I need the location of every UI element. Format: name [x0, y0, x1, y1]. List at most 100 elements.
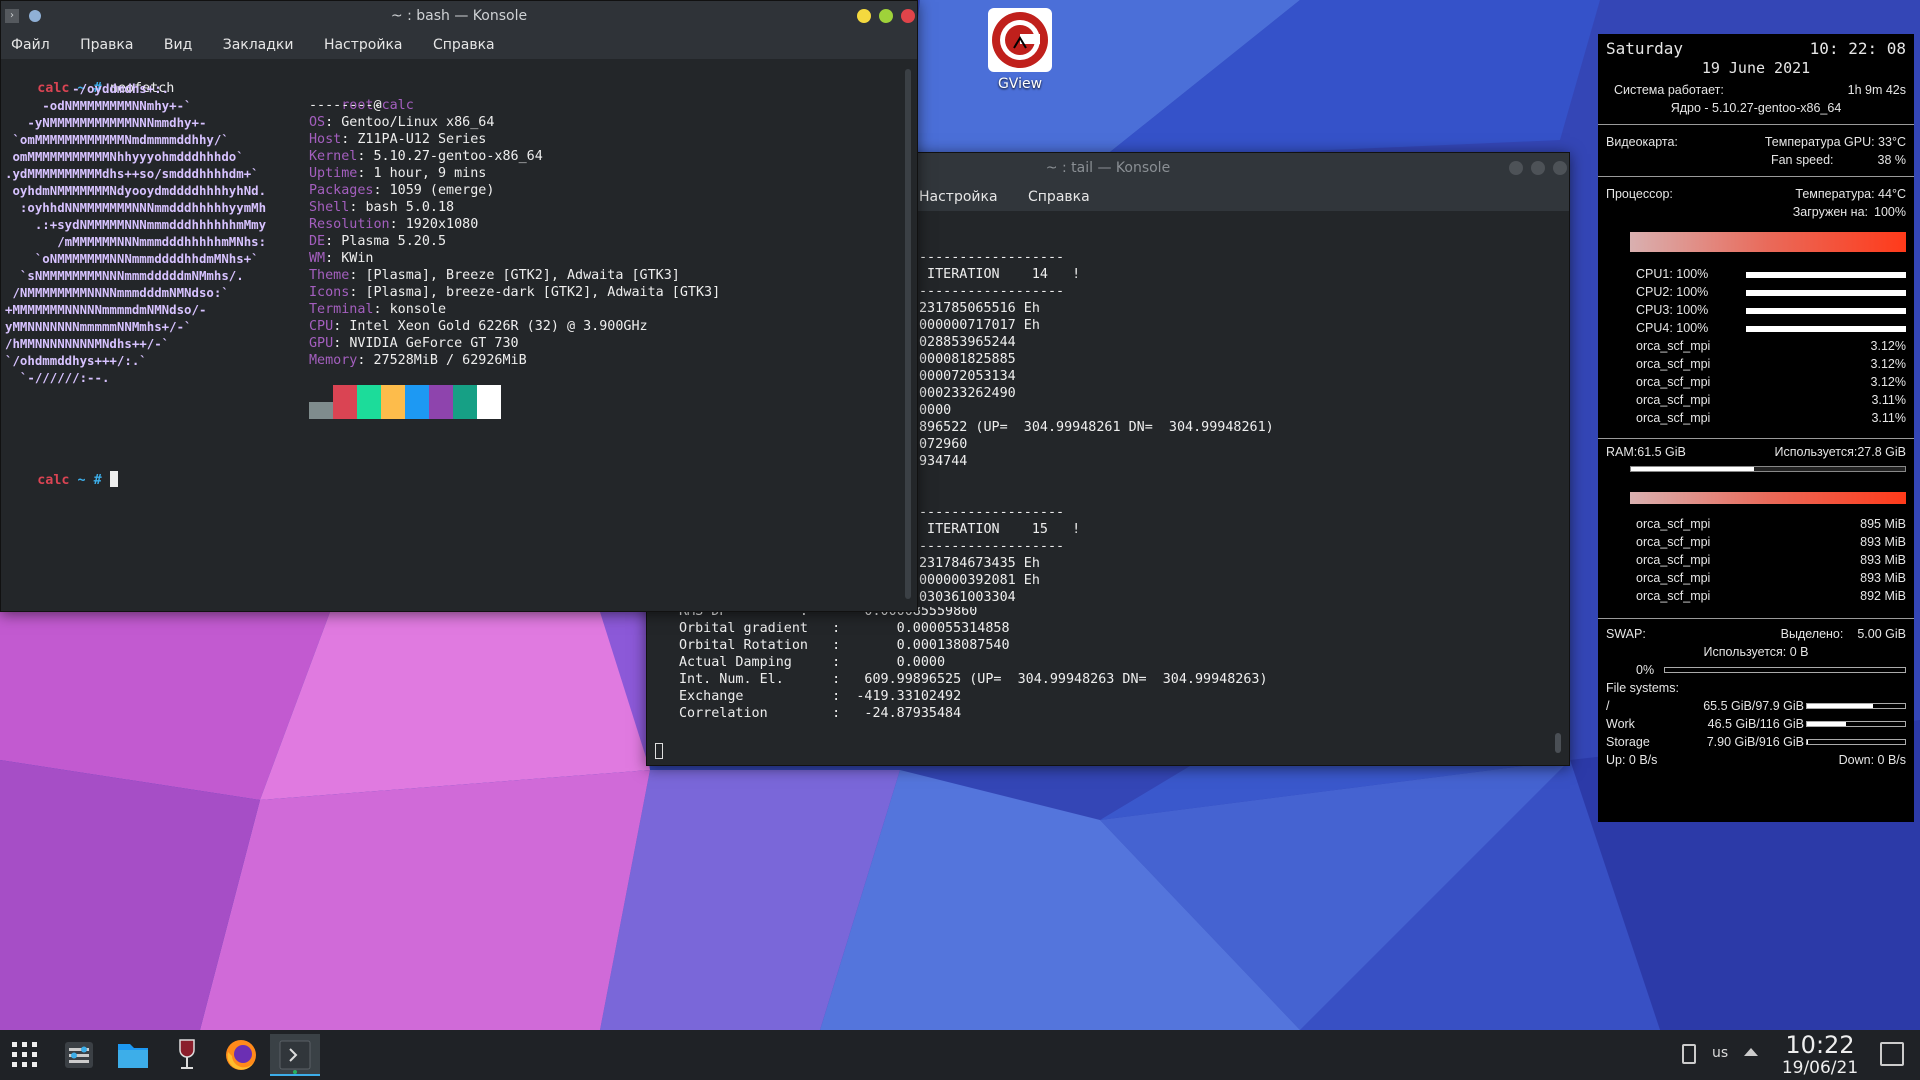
process-memory: 895 MiB [1860, 517, 1906, 531]
desktop-icon-gview[interactable]: GView [980, 8, 1060, 92]
scrollbar[interactable] [1555, 733, 1561, 753]
logo-line: -odNMMMMMMMMNNmhy+-` [5, 98, 192, 113]
gpu-temp: Температура GPU: 33°C [1764, 135, 1906, 149]
output-line: Correlation : -24.87935484 [679, 706, 962, 721]
output-line: ------------------ [919, 539, 1065, 554]
taskbar-wine[interactable] [162, 1034, 212, 1076]
info-key: Resolution [309, 217, 390, 232]
info-value: Z11PA-U12 Series [357, 132, 487, 147]
taskbar-firefox[interactable] [216, 1034, 266, 1076]
maximize-button[interactable] [879, 9, 893, 23]
menu-help[interactable]: Справка [433, 37, 495, 53]
info-row: Memory: 27528MiB / 62926MiB [309, 352, 720, 369]
info-row: GPU: NVIDIA GeForce GT 730 [309, 335, 720, 352]
memory-process-row: orca_scf_mpi 893 MiB [1606, 570, 1906, 587]
logo-line: /NMMMMMMMMNNNNmmmdddmNMNdso:` [5, 285, 229, 300]
output-line: 231784673435 Eh [919, 556, 1040, 571]
cpu-load: Загружен на: 100% [1793, 204, 1906, 221]
konsole-bash-window[interactable]: › ~ : bash — Konsole Файл Правка Вид Зак… [0, 0, 918, 612]
info-colon: : [349, 268, 366, 283]
output-line: 0000 [919, 403, 952, 418]
cpu-label: Процессор: [1606, 187, 1673, 201]
cpu-core-bar [1746, 326, 1906, 332]
logo-line: .:+sydNMMMMMNNNmmmdddhhhhhhmMmy [5, 217, 267, 232]
menu-settings[interactable]: Настройка [324, 37, 403, 53]
process-cpu: 3.11% [1871, 411, 1906, 425]
command-prompt[interactable]: calc ~ # [5, 454, 118, 506]
firefox-icon [226, 1040, 256, 1070]
filesystem-usage: 65.5 GiB/97.9 GiB [1703, 699, 1804, 713]
info-row: Terminal: konsole [309, 301, 720, 318]
window-menu-icon[interactable]: › [5, 9, 19, 23]
menu-file[interactable]: Файл [11, 37, 50, 53]
info-colon: : [325, 251, 342, 266]
output-line: 896522 (UP= 304.99948261 DN= 304.9994826… [919, 420, 1274, 435]
info-value: 27528MiB / 62926MiB [373, 353, 527, 368]
taskbar-konsole[interactable] [270, 1034, 320, 1076]
info-value: KWin [341, 251, 374, 266]
output-line: 000233262490 [919, 386, 1016, 401]
process-name: orca_scf_mpi [1636, 517, 1711, 531]
taskbar-system-settings[interactable] [54, 1034, 104, 1076]
desktop-icon-label: GView [997, 76, 1043, 92]
digital-clock[interactable]: 10:22 19/06/21 [1770, 1032, 1870, 1078]
menu-edit[interactable]: Правка [80, 37, 133, 53]
cpu-core-row: CPU1: 100% [1606, 266, 1906, 283]
info-colon: : [357, 353, 374, 368]
neofetch-logo: -/oyddmdhs+:. -odNMMMMMMMMNNmhy+-` -yNMM… [5, 80, 266, 386]
swap-label: SWAP: [1606, 627, 1646, 641]
process-name: orca_scf_mpi [1636, 357, 1711, 371]
cpu-process-row: orca_scf_mpi 3.12% [1606, 374, 1906, 391]
info-colon: : [325, 234, 342, 249]
output-line: ------------------ [919, 250, 1065, 265]
cpu-core-label: CPU2: 100% [1636, 285, 1709, 299]
info-key: CPU [309, 319, 334, 334]
cpu-process-row: orca_scf_mpi 3.12% [1606, 356, 1906, 373]
menu-help[interactable]: Справка [1028, 189, 1090, 205]
process-name: orca_scf_mpi [1636, 589, 1711, 603]
info-key: Uptime [309, 166, 358, 181]
process-memory: 892 MiB [1860, 589, 1906, 603]
menu-view[interactable]: Вид [164, 37, 192, 53]
info-key: Kernel [309, 149, 358, 164]
info-key: Icons [309, 285, 350, 300]
info-key: Memory [309, 353, 358, 368]
process-name: orca_scf_mpi [1636, 535, 1711, 549]
process-memory: 893 MiB [1860, 553, 1906, 567]
scrollbar[interactable] [905, 69, 911, 599]
show-desktop-button[interactable] [1880, 1042, 1904, 1066]
maximize-button[interactable] [1531, 161, 1545, 175]
menu-settings[interactable]: Настройка [919, 189, 998, 205]
cpu-load-graph [1630, 232, 1906, 252]
close-button[interactable] [1553, 161, 1567, 175]
filesystem-name: / [1606, 699, 1610, 713]
bash-titlebar[interactable]: › ~ : bash — Konsole [1, 1, 917, 31]
info-row: OS: Gentoo/Linux x86_64 [309, 114, 720, 131]
pin-icon[interactable] [29, 10, 41, 22]
info-value: [Plasma], breeze-dark [GTK2], Adwaita [G… [365, 285, 721, 300]
close-button[interactable] [901, 9, 915, 23]
minimize-button[interactable] [1509, 161, 1523, 175]
cpu-temp: Температура: 44°C [1795, 187, 1906, 201]
info-value: konsole [389, 302, 447, 317]
filesystem-bar-track [1806, 703, 1906, 709]
info-value: NVIDIA GeForce GT 730 [349, 336, 519, 351]
output-line: 000000392081 Eh [919, 573, 1040, 588]
cpu-load-label: Загружен на: [1792, 205, 1869, 219]
tray-expand-icon[interactable] [1744, 1048, 1758, 1056]
process-memory: 893 MiB [1860, 535, 1906, 549]
minimize-button[interactable] [857, 9, 871, 23]
process-name: orca_scf_mpi [1636, 553, 1711, 567]
taskbar-file-manager[interactable] [108, 1034, 158, 1076]
logo-line: :oyhhdNNMMMMMMMNNNmmdddhhhhhyymMh [5, 200, 267, 215]
app-launcher-button[interactable] [0, 1034, 50, 1076]
kernel-version: Ядро - 5.10.27-gentoo-x86_64 [1670, 101, 1842, 115]
menu-bookmarks[interactable]: Закладки [223, 37, 294, 53]
color-palette [309, 385, 501, 419]
info-key: GPU [309, 336, 334, 351]
divider [1598, 176, 1914, 177]
keyboard-layout-indicator[interactable]: us [1712, 1045, 1728, 1061]
clipboard-icon[interactable] [1682, 1044, 1696, 1064]
info-colon: : [373, 183, 390, 198]
